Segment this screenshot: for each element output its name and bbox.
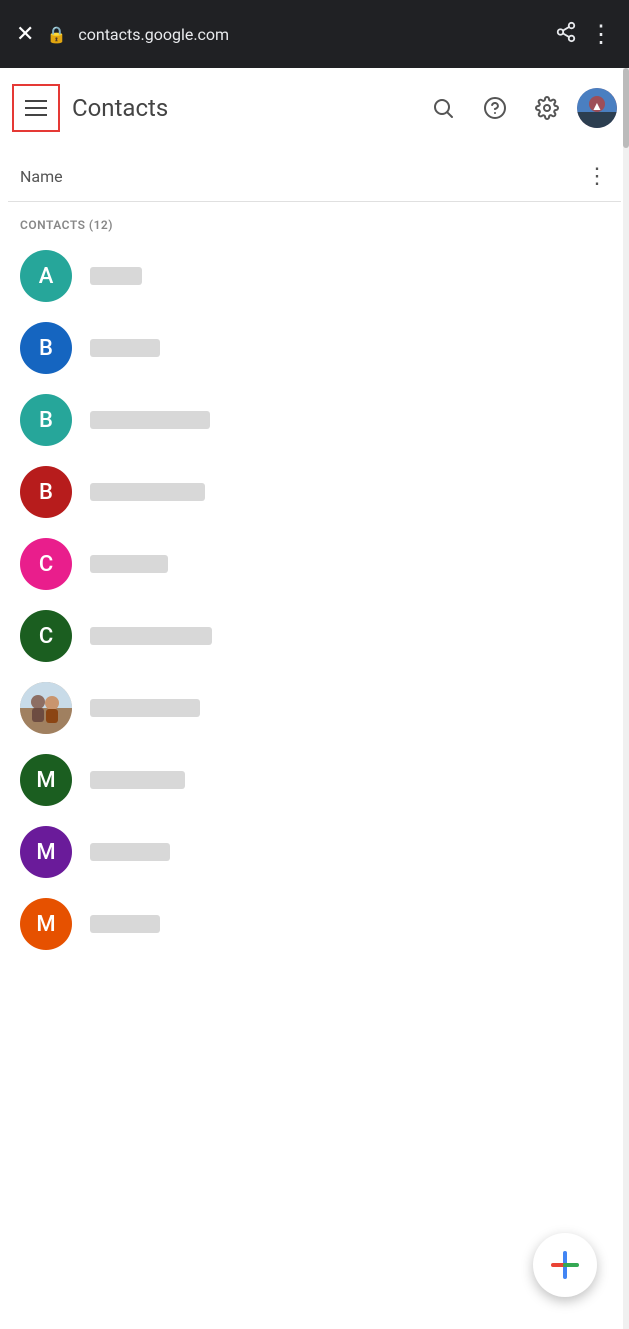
hamburger-line bbox=[25, 107, 47, 109]
browser-menu-icon[interactable]: ⋮ bbox=[589, 20, 613, 48]
browser-bar: ✕ 🔒 contacts.google.com ⋮ bbox=[0, 0, 629, 68]
contact-avatar: A bbox=[20, 250, 72, 302]
sort-more-button[interactable]: ⋮ bbox=[586, 164, 609, 189]
contact-name bbox=[90, 339, 160, 357]
help-button[interactable] bbox=[473, 86, 517, 130]
contact-item[interactable]: B bbox=[0, 456, 629, 528]
browser-close-button[interactable]: ✕ bbox=[16, 22, 34, 47]
contact-item[interactable]: C bbox=[0, 528, 629, 600]
hamburger-button[interactable] bbox=[12, 84, 60, 132]
contact-avatar: B bbox=[20, 466, 72, 518]
contact-name bbox=[90, 483, 205, 501]
hamburger-line bbox=[25, 100, 47, 102]
contact-name bbox=[90, 771, 185, 789]
svg-text:▲: ▲ bbox=[591, 99, 603, 113]
contact-item[interactable]: B bbox=[0, 312, 629, 384]
contact-item[interactable]: M bbox=[0, 744, 629, 816]
contact-avatar-photo bbox=[20, 682, 72, 734]
contact-name bbox=[90, 411, 210, 429]
contact-item[interactable]: A bbox=[0, 240, 629, 312]
share-icon[interactable] bbox=[555, 21, 577, 48]
contact-name bbox=[90, 843, 170, 861]
contact-item[interactable] bbox=[0, 672, 629, 744]
lock-icon: 🔒 bbox=[46, 25, 66, 44]
app-header: Contacts bbox=[0, 68, 629, 148]
contact-avatar: C bbox=[20, 610, 72, 662]
sort-bar: Name ⋮ bbox=[0, 148, 629, 201]
add-contact-fab[interactable] bbox=[533, 1233, 597, 1297]
contact-avatar: M bbox=[20, 826, 72, 878]
contact-item[interactable]: M bbox=[0, 816, 629, 888]
search-button[interactable] bbox=[421, 86, 465, 130]
contact-item[interactable]: M bbox=[0, 888, 629, 960]
contact-name bbox=[90, 915, 160, 933]
settings-button[interactable] bbox=[525, 86, 569, 130]
contact-avatar: B bbox=[20, 322, 72, 374]
hamburger-line bbox=[25, 114, 47, 116]
contact-avatar: M bbox=[20, 898, 72, 950]
contact-avatar: C bbox=[20, 538, 72, 590]
contact-avatar: B bbox=[20, 394, 72, 446]
sort-label: Name bbox=[20, 167, 63, 186]
contact-avatar: M bbox=[20, 754, 72, 806]
contact-name bbox=[90, 627, 212, 645]
contact-item[interactable]: B bbox=[0, 384, 629, 456]
scrollbar-thumb[interactable] bbox=[623, 68, 629, 148]
contacts-section-label: CONTACTS (12) bbox=[0, 202, 629, 240]
url-bar[interactable]: contacts.google.com bbox=[78, 25, 543, 44]
page-title: Contacts bbox=[68, 94, 413, 122]
contacts-area: Name ⋮ CONTACTS (12) A B B B C bbox=[0, 148, 629, 960]
scrollbar-track[interactable] bbox=[623, 68, 629, 1329]
contact-name bbox=[90, 267, 142, 285]
contact-name bbox=[90, 555, 168, 573]
account-avatar[interactable]: ▲ bbox=[577, 88, 617, 128]
contact-item[interactable]: C bbox=[0, 600, 629, 672]
contact-name bbox=[90, 699, 200, 717]
